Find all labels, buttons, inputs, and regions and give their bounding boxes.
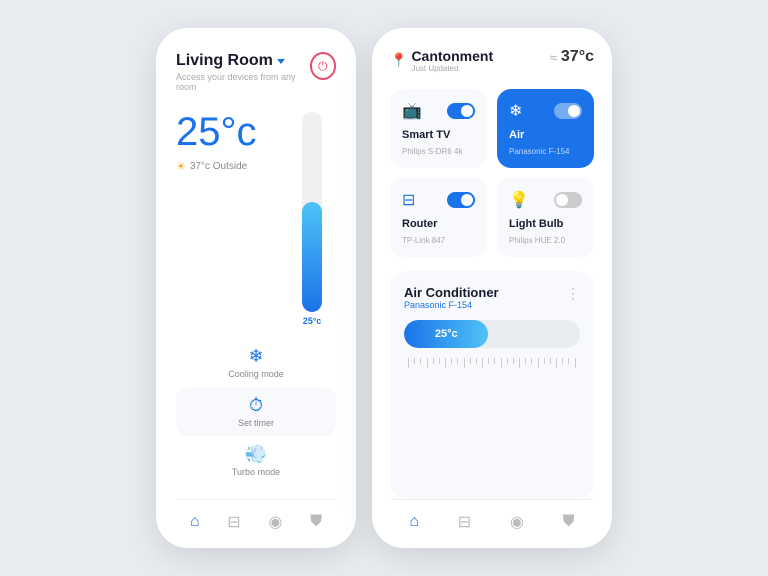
ac-dots-menu[interactable]: ⋮ bbox=[566, 285, 580, 302]
timer-icon: ⏱ bbox=[249, 395, 263, 416]
weather-info: ≈ 37°c bbox=[550, 48, 594, 66]
air-icon: ❄ bbox=[509, 101, 522, 121]
device-card-air[interactable]: ❄ Air Panasonic F-154 bbox=[497, 89, 594, 168]
ac-section: Air Conditioner Panasonic F-154 ⋮ 25°c bbox=[390, 271, 594, 499]
router-icon: ⊟ bbox=[402, 190, 415, 210]
bulb-toggle-knob bbox=[556, 194, 568, 206]
outside-temp-label: 37°c Outside bbox=[190, 161, 247, 172]
right-phone: 📍 Cantonment Just Updated ≈ 37°c 📺 bbox=[372, 28, 612, 548]
ac-model: Panasonic F-154 bbox=[404, 300, 499, 310]
scale-marks bbox=[404, 358, 580, 368]
nav-home-left[interactable]: ⌂ bbox=[190, 513, 200, 531]
location-pin-icon: 📍 bbox=[390, 52, 407, 69]
thermo-label: 25°c bbox=[303, 316, 322, 326]
location-name: Cantonment bbox=[411, 48, 493, 64]
timer-box[interactable]: ⏱ Set timer bbox=[176, 387, 336, 436]
turbo-icon: 💨 bbox=[245, 444, 267, 465]
ac-title: Air Conditioner bbox=[404, 285, 499, 300]
turbo-mode[interactable]: 💨 Turbo mode bbox=[176, 444, 336, 477]
nav-shield-left[interactable]: ⛊ bbox=[310, 513, 322, 531]
left-header: Living Room Access your devices from any… bbox=[176, 52, 336, 92]
current-temp: 25°c bbox=[176, 112, 276, 152]
router-name: Router bbox=[402, 218, 475, 230]
timer-label: Set timer bbox=[238, 418, 274, 428]
left-bottom-nav: ⌂ ⊟ ◉ ⛊ bbox=[176, 499, 336, 532]
tv-toggle-knob bbox=[461, 105, 473, 117]
temp-section: 25°c ☀ 37°c Outside 25°c bbox=[176, 112, 336, 326]
device-card-top-tv: 📺 bbox=[402, 101, 475, 121]
cooling-icon: ❄ bbox=[248, 346, 263, 367]
tv-model: Philips S-DR6 4k bbox=[402, 147, 475, 156]
thermo-fill bbox=[302, 202, 322, 312]
nav-wifi-left[interactable]: ⊟ bbox=[227, 512, 240, 532]
power-button[interactable]: ⏻ bbox=[310, 52, 336, 80]
ac-info: Air Conditioner Panasonic F-154 bbox=[404, 285, 499, 310]
modes-section: ❄ Cooling mode ⏱ Set timer 💨 Turbo mode bbox=[176, 346, 336, 499]
router-toggle[interactable] bbox=[447, 192, 475, 208]
nav-camera-right[interactable]: ◉ bbox=[510, 512, 524, 532]
bulb-name: Light Bulb bbox=[509, 218, 582, 230]
thermo-scale bbox=[302, 112, 322, 312]
location-text: Cantonment Just Updated bbox=[411, 48, 493, 73]
ac-slider-fill: 25°c bbox=[404, 320, 488, 348]
air-toggle[interactable] bbox=[554, 103, 582, 119]
bulb-icon: 💡 bbox=[509, 190, 529, 210]
device-card-top-router: ⊟ bbox=[402, 190, 475, 210]
air-name: Air bbox=[509, 129, 582, 141]
nav-shield-right[interactable]: ⛊ bbox=[563, 513, 575, 531]
chevron-down-icon bbox=[277, 59, 285, 64]
room-title[interactable]: Living Room bbox=[176, 52, 310, 70]
device-card-top-air: ❄ bbox=[509, 101, 582, 121]
location-info: 📍 Cantonment Just Updated bbox=[390, 48, 493, 73]
tv-icon: 📺 bbox=[402, 101, 422, 121]
room-subtitle: Access your devices from any room bbox=[176, 72, 310, 92]
room-name-label: Living Room bbox=[176, 52, 273, 70]
air-toggle-knob bbox=[568, 105, 580, 117]
tv-toggle[interactable] bbox=[447, 103, 475, 119]
turbo-label: Turbo mode bbox=[232, 467, 280, 477]
temp-info: 25°c ☀ 37°c Outside bbox=[176, 112, 276, 173]
device-grid: 📺 Smart TV Philips S-DR6 4k ❄ Air Panas bbox=[390, 89, 594, 257]
device-card-router[interactable]: ⊟ Router TP-Link 847 bbox=[390, 178, 487, 257]
nav-wifi-right[interactable]: ⊟ bbox=[458, 512, 471, 532]
app-container: Living Room Access your devices from any… bbox=[156, 28, 612, 548]
weather-temp: 37°c bbox=[561, 48, 594, 66]
right-header: 📍 Cantonment Just Updated ≈ 37°c bbox=[390, 48, 594, 73]
tv-name: Smart TV bbox=[402, 129, 475, 141]
cooling-label: Cooling mode bbox=[228, 369, 284, 379]
thermometer: 25°c bbox=[288, 112, 336, 326]
router-toggle-knob bbox=[461, 194, 473, 206]
location-subtitle: Just Updated bbox=[411, 64, 493, 73]
bulb-toggle[interactable] bbox=[554, 192, 582, 208]
ac-slider[interactable]: 25°c bbox=[404, 320, 580, 348]
ac-header: Air Conditioner Panasonic F-154 ⋮ bbox=[404, 285, 580, 310]
router-model: TP-Link 847 bbox=[402, 236, 475, 245]
ac-slider-label: 25°c bbox=[435, 328, 458, 340]
left-phone: Living Room Access your devices from any… bbox=[156, 28, 356, 548]
outside-temp: ☀ 37°c Outside bbox=[176, 160, 276, 173]
cooling-mode[interactable]: ❄ Cooling mode bbox=[176, 346, 336, 379]
weather-waves-icon: ≈ bbox=[550, 50, 557, 65]
sun-icon: ☀ bbox=[176, 160, 186, 173]
right-bottom-nav: ⌂ ⊟ ◉ ⛊ bbox=[390, 499, 594, 532]
air-model: Panasonic F-154 bbox=[509, 147, 582, 156]
device-card-top-bulb: 💡 bbox=[509, 190, 582, 210]
device-card-bulb[interactable]: 💡 Light Bulb Philips HUE 2.0 bbox=[497, 178, 594, 257]
nav-home-right[interactable]: ⌂ bbox=[409, 513, 419, 531]
room-info: Living Room Access your devices from any… bbox=[176, 52, 310, 92]
device-card-tv[interactable]: 📺 Smart TV Philips S-DR6 4k bbox=[390, 89, 487, 168]
bulb-model: Philips HUE 2.0 bbox=[509, 236, 582, 245]
nav-camera-left[interactable]: ◉ bbox=[268, 512, 282, 532]
